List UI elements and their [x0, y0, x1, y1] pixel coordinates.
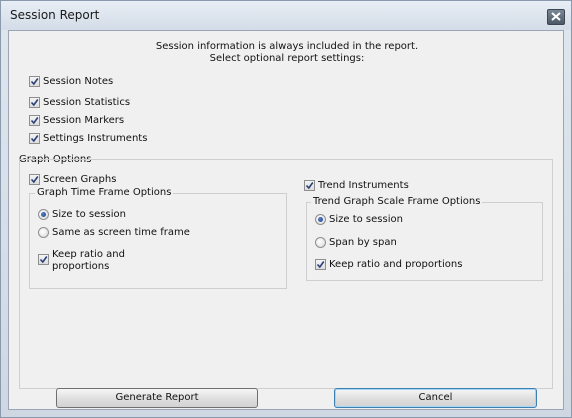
trend-instruments-checkbox[interactable] [304, 180, 315, 191]
close-icon [551, 12, 561, 21]
scale-frame-size-to-session-label[interactable]: Size to session [329, 214, 403, 225]
trend-scale-frame-title: Trend Graph Scale Frame Options [311, 196, 483, 207]
settings-instruments-label[interactable]: Settings Instruments [43, 133, 147, 144]
checkmark-icon [305, 182, 314, 190]
checkmark-icon [30, 176, 39, 184]
cancel-button[interactable]: Cancel [334, 388, 537, 408]
intro-line-1: Session information is always included i… [155, 41, 419, 52]
close-button[interactable] [547, 9, 565, 25]
title-bar[interactable]: Session Report [1, 1, 571, 30]
span-by-span-radio[interactable] [315, 237, 326, 248]
graph-time-frame-title: Graph Time Frame Options [35, 187, 174, 198]
scale-frame-size-to-session-radio[interactable] [315, 214, 326, 225]
checkmark-icon [316, 261, 325, 269]
time-frame-keep-ratio-label-2[interactable]: proportions [52, 261, 109, 272]
time-frame-size-to-session-radio[interactable] [38, 209, 49, 220]
settings-instruments-checkbox[interactable] [29, 133, 40, 144]
dialog-content: Session information is always included i… [8, 30, 564, 410]
same-as-screen-time-frame-radio[interactable] [38, 227, 49, 238]
screen-graphs-checkbox[interactable] [29, 174, 40, 185]
screen-graphs-label[interactable]: Screen Graphs [43, 174, 116, 185]
session-markers-checkbox[interactable] [29, 115, 40, 126]
checkmark-icon [30, 117, 39, 125]
generate-report-button[interactable]: Generate Report [56, 388, 258, 408]
session-markers-label[interactable]: Session Markers [43, 115, 124, 126]
session-notes-label[interactable]: Session Notes [43, 76, 113, 87]
graph-time-frame-group [29, 193, 287, 289]
window-title: Session Report [10, 8, 100, 22]
span-by-span-label[interactable]: Span by span [329, 237, 397, 248]
scale-frame-keep-ratio-checkbox[interactable] [315, 259, 326, 270]
session-statistics-checkbox[interactable] [29, 97, 40, 108]
session-statistics-label[interactable]: Session Statistics [43, 97, 130, 108]
scale-frame-keep-ratio-label[interactable]: Keep ratio and proportions [329, 259, 462, 270]
session-report-dialog: Session Report Session information is al… [0, 0, 572, 418]
time-frame-size-to-session-label[interactable]: Size to session [52, 209, 126, 220]
session-notes-checkbox[interactable] [29, 76, 40, 87]
checkmark-icon [30, 99, 39, 107]
checkmark-icon [39, 256, 48, 264]
time-frame-keep-ratio-label-1[interactable]: Keep ratio and [52, 249, 125, 260]
same-as-screen-time-frame-label[interactable]: Same as screen time frame [52, 227, 190, 238]
trend-instruments-label[interactable]: Trend Instruments [318, 180, 409, 191]
time-frame-keep-ratio-checkbox[interactable] [38, 254, 49, 265]
intro-line-2: Select optional report settings: [209, 53, 365, 64]
checkmark-icon [30, 135, 39, 143]
checkmark-icon [30, 78, 39, 86]
